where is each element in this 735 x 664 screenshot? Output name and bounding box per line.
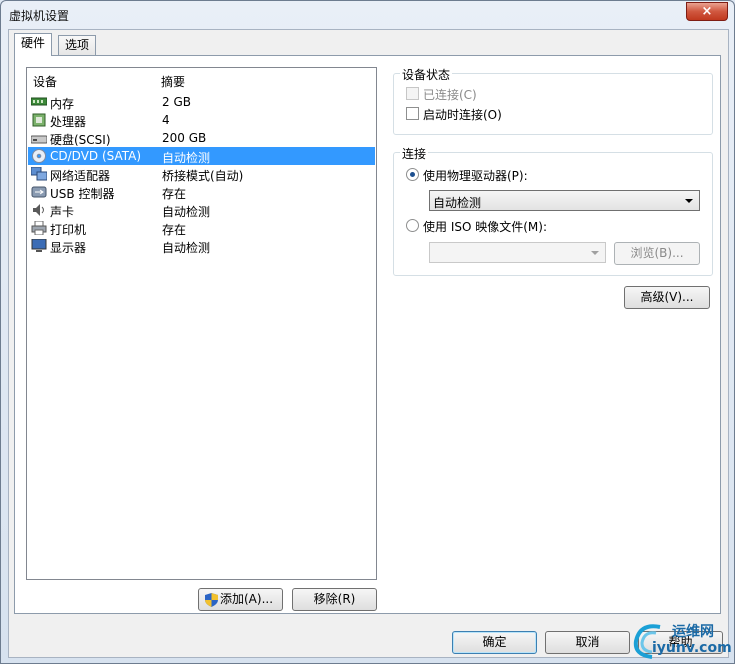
- device-row-cd-dvd[interactable]: CD/DVD (SATA) 自动检测: [28, 147, 375, 165]
- sound-card-icon: [33, 204, 44, 216]
- device-name: 硬盘(SCSI): [50, 133, 111, 147]
- iso-image-radio[interactable]: [406, 219, 419, 232]
- device-row-network-adapter[interactable]: 网络适配器 桥接模式(自动): [28, 165, 375, 183]
- tab-options[interactable]: 选项: [58, 35, 97, 56]
- column-device[interactable]: 设备: [33, 73, 57, 90]
- memory-icon: [31, 97, 47, 106]
- shield-icon: [205, 593, 218, 607]
- cancel-button[interactable]: 取消: [545, 631, 630, 654]
- dialog-client-area: 硬件 选项 设备 摘要 内存 2 GB 处理器 4 硬盘(SCSI) 200 G…: [8, 29, 729, 658]
- cancel-button-label: 取消: [575, 635, 600, 649]
- tab-hardware-label: 硬件: [21, 36, 46, 50]
- advanced-button[interactable]: 高级(V)...: [624, 286, 710, 309]
- connection-group: 连接 使用物理驱动器(P): 自动检测 使用 ISO 映像文件(M): 浏览(B…: [393, 145, 713, 276]
- device-summary: 4: [162, 113, 170, 127]
- connection-title: 连接: [400, 145, 429, 162]
- watermark-text-cn: 运维网: [672, 624, 714, 640]
- watermark-logo: 运维网 iyunv.com: [630, 619, 732, 661]
- iso-image-label: 使用 ISO 映像文件(M):: [423, 220, 547, 234]
- chevron-down-icon: [591, 251, 599, 255]
- column-summary[interactable]: 摘要: [161, 73, 185, 90]
- browse-button[interactable]: 浏览(B)...: [614, 242, 700, 265]
- device-summary: 2 GB: [162, 95, 191, 109]
- device-name: 打印机: [50, 223, 87, 237]
- device-name: 网络适配器: [50, 169, 111, 183]
- device-row-sound-card[interactable]: 声卡 自动检测: [28, 201, 375, 219]
- close-icon: ×: [701, 4, 713, 19]
- device-summary: 存在: [162, 187, 187, 201]
- device-name: 显示器: [50, 241, 87, 255]
- device-list[interactable]: 设备 摘要 内存 2 GB 处理器 4 硬盘(SCSI) 200 GB CD/D…: [26, 67, 377, 580]
- device-name: 处理器: [50, 115, 87, 129]
- device-summary: 桥接模式(自动): [162, 169, 244, 183]
- close-button[interactable]: ×: [686, 2, 728, 21]
- watermark-text-url: iyunv.com: [652, 640, 732, 656]
- device-status-group: 设备状态 已连接(C) 启动时连接(O): [393, 66, 713, 135]
- device-row-printer[interactable]: 打印机 存在: [28, 219, 375, 237]
- device-name: 内存: [50, 97, 75, 111]
- connected-checkbox[interactable]: [406, 87, 419, 100]
- connect-at-power-on-checkbox[interactable]: [406, 107, 419, 120]
- browse-button-label: 浏览(B)...: [630, 246, 684, 260]
- physical-drive-value: 自动检测: [433, 196, 482, 210]
- device-summary: 200 GB: [162, 131, 207, 145]
- dialog-window: 虚拟机设置 × 硬件 选项 设备 摘要 内存 2 GB 处理器 4 硬盘(SCS…: [0, 0, 735, 664]
- physical-drive-select[interactable]: 自动检测: [429, 190, 700, 211]
- device-row-monitor[interactable]: 显示器 自动检测: [28, 237, 375, 255]
- tab-hardware[interactable]: 硬件: [14, 33, 53, 56]
- device-list-header: 设备 摘要: [27, 68, 376, 90]
- device-name: 声卡: [50, 205, 75, 219]
- device-summary: 自动检测: [162, 241, 211, 255]
- window-title: 虚拟机设置: [9, 9, 70, 23]
- physical-drive-label: 使用物理驱动器(P):: [423, 169, 528, 183]
- tab-options-label: 选项: [65, 38, 90, 52]
- remove-button-label: 移除(R): [313, 592, 356, 606]
- hardware-tab-panel: 设备 摘要 内存 2 GB 处理器 4 硬盘(SCSI) 200 GB CD/D…: [14, 55, 721, 614]
- device-status-title: 设备状态: [400, 66, 453, 83]
- device-row-usb-controller[interactable]: USB 控制器 存在: [28, 183, 375, 201]
- chevron-down-icon: [685, 199, 693, 203]
- device-name: USB 控制器: [50, 187, 115, 201]
- device-summary: 自动检测: [162, 205, 211, 219]
- device-summary: 存在: [162, 223, 187, 237]
- printer-icon: [31, 221, 47, 235]
- connected-label: 已连接(C): [423, 88, 477, 102]
- device-row-memory[interactable]: 内存 2 GB: [28, 93, 375, 111]
- cd-dvd-icon: [32, 149, 46, 163]
- physical-drive-radio[interactable]: [406, 168, 419, 181]
- device-row-processor[interactable]: 处理器 4: [28, 111, 375, 129]
- monitor-icon: [31, 239, 47, 252]
- connect-at-power-on-label: 启动时连接(O): [423, 108, 502, 122]
- remove-button[interactable]: 移除(R): [292, 588, 377, 611]
- add-button-label: 添加(A)...: [220, 592, 274, 606]
- device-name: CD/DVD (SATA): [50, 149, 142, 163]
- advanced-button-label: 高级(V)...: [640, 290, 694, 304]
- device-summary: 自动检测: [162, 151, 211, 165]
- processor-icon: [32, 113, 46, 127]
- ok-button[interactable]: 确定: [452, 631, 537, 654]
- network-adapter-icon: [31, 167, 47, 181]
- device-row-harddisk[interactable]: 硬盘(SCSI) 200 GB: [28, 129, 375, 147]
- iso-image-path-combo[interactable]: [429, 242, 606, 263]
- harddisk-icon: [31, 135, 47, 144]
- usb-icon: [31, 186, 47, 198]
- add-button[interactable]: 添加(A)...: [198, 588, 283, 611]
- title-bar[interactable]: 虚拟机设置 ×: [1, 1, 734, 29]
- ok-button-label: 确定: [482, 635, 507, 649]
